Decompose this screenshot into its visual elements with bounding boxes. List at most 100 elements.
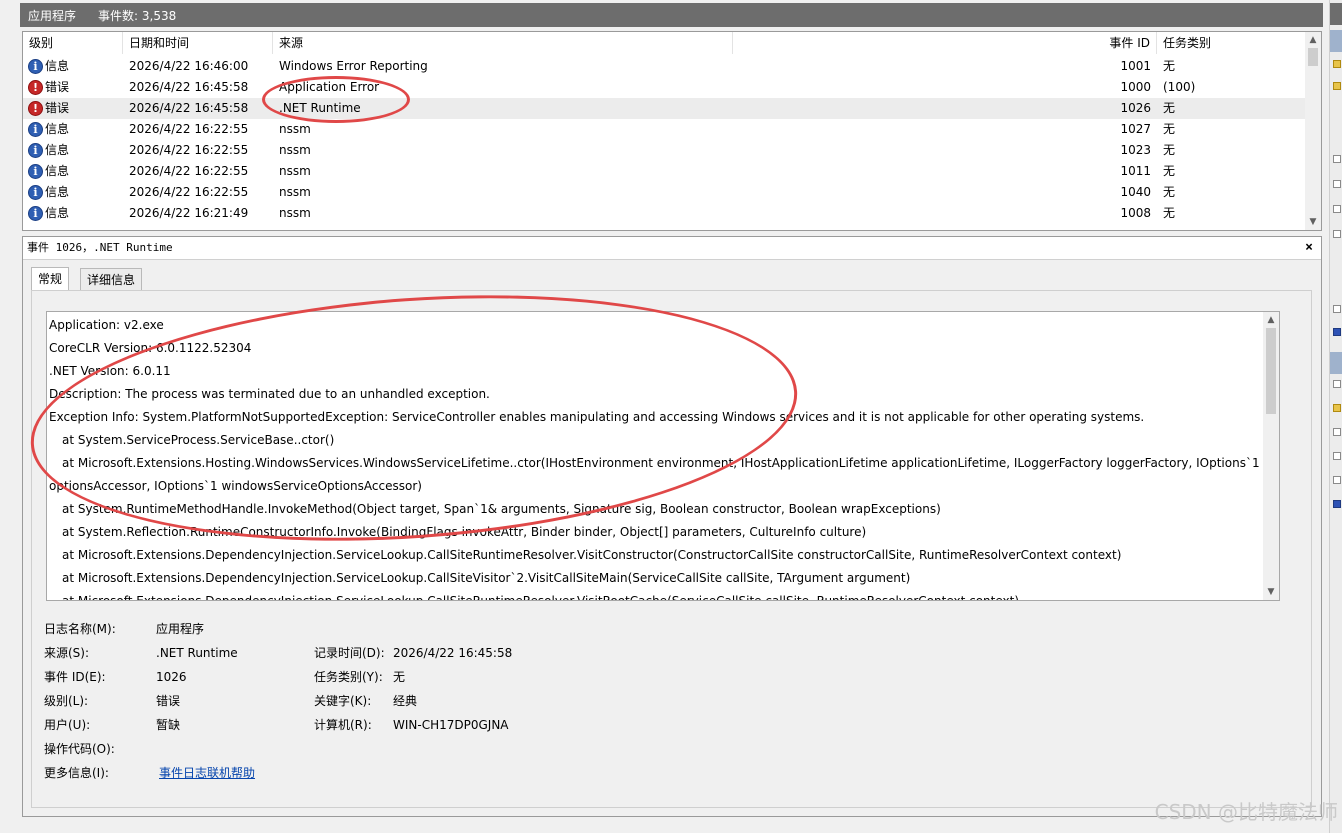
tab-general[interactable]: 常规	[31, 267, 70, 291]
filter-icon[interactable]	[1333, 82, 1341, 90]
error-icon: !	[28, 101, 43, 116]
row-source: nssm	[279, 143, 311, 157]
event-detail-panel: 事件 1026，.NET Runtime × 常规 详细信息 Applicati…	[22, 236, 1322, 817]
view-icon[interactable]	[1333, 230, 1341, 238]
help-icon[interactable]	[1333, 328, 1341, 336]
row-task: 无	[1163, 185, 1176, 199]
row-task: 无	[1163, 59, 1176, 73]
event-id-value: 1026	[156, 670, 187, 684]
task-label: 任务类别(Y):	[314, 670, 383, 684]
list-scroll-thumb[interactable]	[1308, 48, 1318, 66]
attach-task-event-icon[interactable]	[1333, 404, 1341, 412]
description-line: CoreCLR Version: 6.0.1122.52304	[49, 341, 252, 355]
save-icon[interactable]	[1333, 180, 1341, 188]
event-properties-icon[interactable]	[1333, 380, 1341, 388]
description-line: at Microsoft.Extensions.DependencyInject…	[62, 548, 1122, 562]
row-task: 无	[1163, 206, 1176, 220]
row-source: nssm	[279, 122, 311, 136]
tab-details[interactable]: 详细信息	[80, 268, 143, 290]
column-source[interactable]: 来源	[273, 32, 733, 54]
row-datetime: 2026/4/22 16:22:55	[129, 122, 249, 136]
online-help-link[interactable]: 事件日志联机帮助	[159, 763, 255, 783]
table-row[interactable]: i 信息 2026/4/22 16:21:49 nssm 1008 无	[23, 203, 1305, 224]
info-icon: i	[28, 185, 43, 200]
log-header-bar: 应用程序 事件数: 3,538	[20, 3, 1323, 27]
row-level: 错误	[45, 101, 70, 115]
refresh-event-icon[interactable]	[1333, 476, 1341, 484]
log-title: 应用程序	[28, 8, 77, 23]
actions-panel-section	[1330, 30, 1342, 52]
list-scrollbar[interactable]: ▲ ▼	[1305, 32, 1321, 230]
row-level: 信息	[45, 143, 70, 157]
description-line: Application: v2.exe	[49, 318, 164, 332]
table-row[interactable]: i 信息 2026/4/22 16:22:55 nssm 1011 无	[23, 161, 1305, 182]
table-row[interactable]: i 信息 2026/4/22 16:22:55 nssm 1027 无	[23, 119, 1305, 140]
table-row[interactable]: ! 错误 2026/4/22 16:45:58 Application Error 10…	[23, 77, 1305, 98]
row-level: 信息	[45, 164, 70, 178]
desc-scroll-thumb[interactable]	[1266, 328, 1276, 414]
info-icon: i	[28, 59, 43, 74]
event-count: 事件数: 3,538	[98, 8, 177, 23]
actions-panel-section-event	[1330, 352, 1342, 374]
copy-icon[interactable]	[1333, 428, 1341, 436]
column-event-id[interactable]: 事件 ID	[733, 32, 1157, 54]
description-line: at Microsoft.Extensions.Hosting.WindowsS…	[62, 456, 1260, 470]
row-datetime: 2026/4/22 16:46:00	[129, 59, 249, 73]
user-label: 用户(U):	[44, 718, 91, 732]
actions-panel	[1329, 0, 1342, 833]
close-icon[interactable]: ×	[1305, 237, 1313, 259]
description-scrollbar[interactable]: ▲ ▼	[1263, 312, 1279, 600]
more-info-label: 更多信息(I):	[44, 766, 109, 780]
refresh-icon[interactable]	[1333, 305, 1341, 313]
row-event-id: 1027	[1120, 122, 1151, 136]
desc-scroll-down-icon[interactable]: ▼	[1263, 584, 1279, 600]
description-line: at System.RuntimeMethodHandle.InvokeMeth…	[62, 502, 941, 516]
row-task: 无	[1163, 164, 1176, 178]
row-task: 无	[1163, 101, 1176, 115]
detail-title: 事件 1026，.NET Runtime ×	[23, 237, 1321, 260]
computer-label: 计算机(R):	[314, 718, 372, 732]
column-level[interactable]: 级别	[23, 32, 123, 54]
scroll-up-icon[interactable]: ▲	[1305, 32, 1321, 48]
info-icon: i	[28, 122, 43, 137]
info-icon: i	[28, 164, 43, 179]
info-icon: i	[28, 143, 43, 158]
keywords-value: 经典	[393, 694, 418, 708]
row-event-id: 1000	[1120, 80, 1151, 94]
help-event-icon[interactable]	[1333, 500, 1341, 508]
description-textbox[interactable]: Application: v2.exe CoreCLR Version: 6.0.…	[46, 311, 1280, 601]
scroll-down-icon[interactable]: ▼	[1305, 214, 1321, 230]
row-datetime: 2026/4/22 16:45:58	[129, 101, 249, 115]
logged-value: 2026/4/22 16:45:58	[393, 646, 513, 660]
row-source: Application Error	[279, 80, 380, 94]
general-tab-page: Application: v2.exe CoreCLR Version: 6.0.…	[31, 290, 1312, 808]
task-value: 无	[393, 670, 406, 684]
keywords-label: 关键字(K):	[314, 694, 372, 708]
table-row[interactable]: i 信息 2026/4/22 16:22:55 nssm 1040 无	[23, 182, 1305, 203]
row-event-id: 1001	[1120, 59, 1151, 73]
log-name-value: 应用程序	[156, 622, 205, 636]
list-header: 级别 日期和时间 来源 事件 ID 任务类别	[23, 32, 1307, 54]
column-datetime[interactable]: 日期和时间	[123, 32, 273, 54]
description-line: optionsAccessor, IOptions`1 windowsServi…	[49, 479, 422, 493]
row-level: 错误	[45, 80, 70, 94]
column-task[interactable]: 任务类别	[1157, 32, 1307, 54]
error-icon: !	[28, 80, 43, 95]
row-datetime: 2026/4/22 16:22:55	[129, 164, 249, 178]
desc-scroll-up-icon[interactable]: ▲	[1263, 312, 1279, 328]
event-id-label: 事件 ID(E):	[44, 670, 106, 684]
save-event-icon[interactable]	[1333, 452, 1341, 460]
row-source: .NET Runtime	[279, 101, 361, 115]
attach-task-icon[interactable]	[1333, 205, 1341, 213]
description-text: Application: v2.exe CoreCLR Version: 6.0.…	[49, 314, 1261, 600]
events-list: 级别 日期和时间 来源 事件 ID 任务类别 i 信息 2026/4/22 16:4…	[22, 31, 1322, 231]
row-event-id: 1023	[1120, 143, 1151, 157]
open-log-icon[interactable]	[1333, 60, 1341, 68]
logged-label: 记录时间(D):	[314, 646, 385, 660]
table-row[interactable]: i 信息 2026/4/22 16:22:55 nssm 1023 无	[23, 140, 1305, 161]
table-row[interactable]: i 信息 2026/4/22 16:46:00 Windows Error Repor…	[23, 56, 1305, 77]
row-source: nssm	[279, 206, 311, 220]
find-icon[interactable]	[1333, 155, 1341, 163]
row-level: 信息	[45, 59, 70, 73]
table-row[interactable]: ! 错误 2026/4/22 16:45:58 .NET Runtime 1026 无	[23, 98, 1305, 119]
